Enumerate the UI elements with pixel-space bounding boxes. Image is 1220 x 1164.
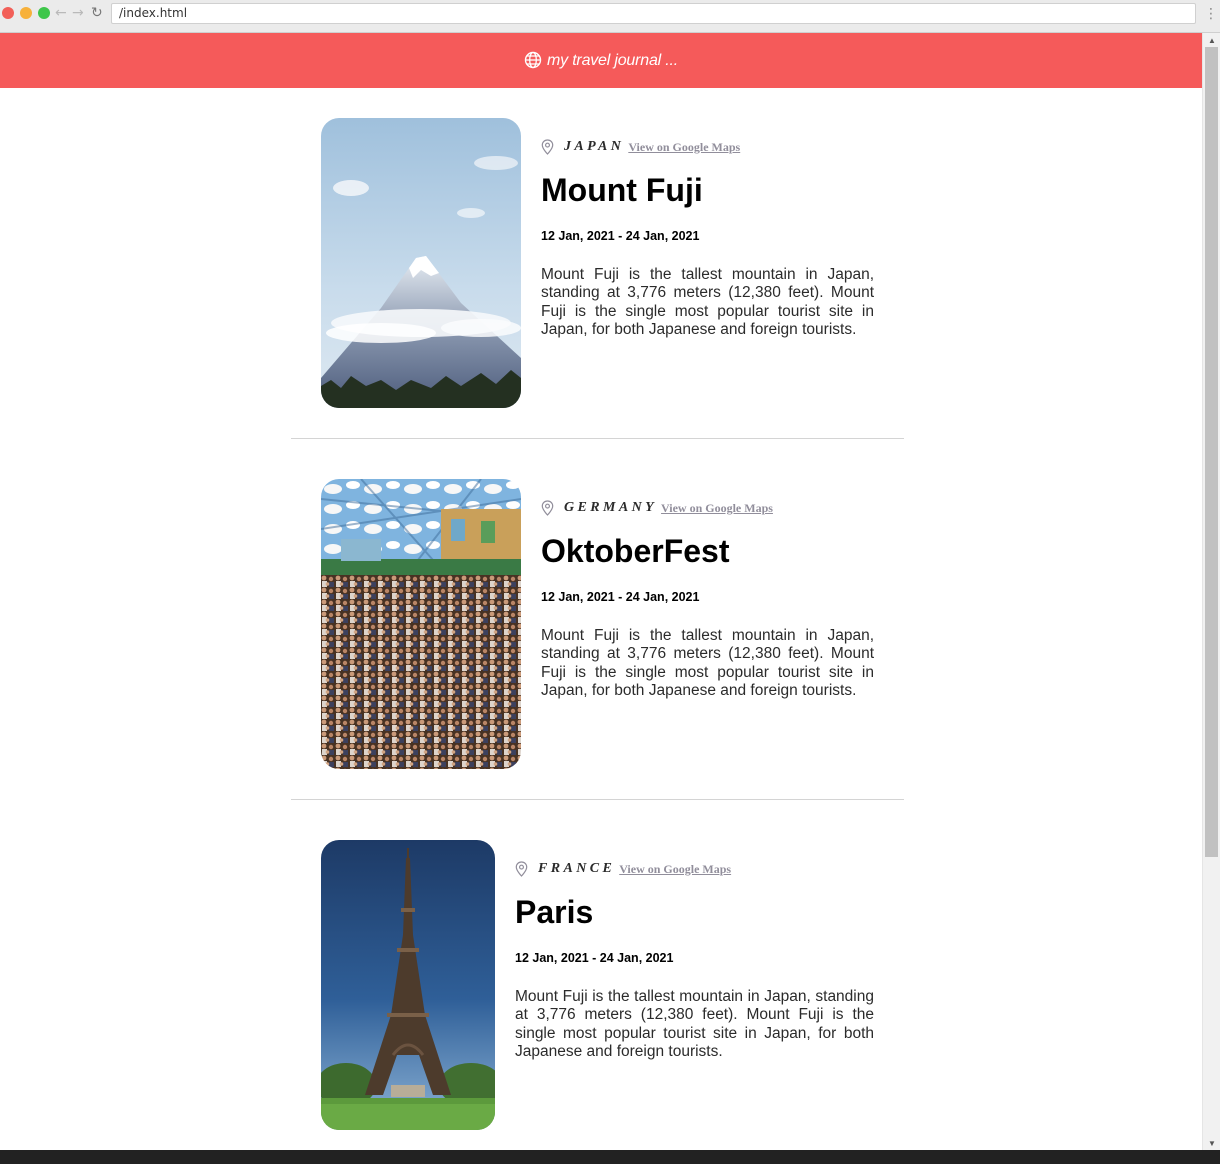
app-title: my travel journal ... [547, 51, 678, 69]
entry-photo-oktoberfest [321, 479, 521, 769]
entry-dates: 12 Jan, 2021 - 24 Jan, 2021 [515, 951, 674, 965]
location-pin-icon [515, 861, 528, 877]
entry-country: FRANCE [538, 861, 616, 876]
entry-description: Mount Fuji is the tallest mountain in Ja… [541, 266, 874, 338]
entry-title: Mount Fuji [541, 172, 703, 208]
app-header: my travel journal ... [0, 33, 1202, 88]
entry-dates: 12 Jan, 2021 - 24 Jan, 2021 [541, 590, 700, 604]
location-row: FRANCE View on Google Maps [515, 861, 874, 877]
entry-description: Mount Fuji is the tallest mountain in Ja… [515, 988, 874, 1060]
location-pin-icon [541, 500, 554, 516]
scrollbar-thumb[interactable] [1205, 47, 1218, 857]
scroll-up-arrow-icon[interactable]: ▲ [1208, 36, 1216, 45]
entry-dates: 12 Jan, 2021 - 24 Jan, 2021 [541, 229, 700, 243]
journal-entry: FRANCE View on Google Maps Paris 12 Jan,… [321, 840, 874, 1130]
google-maps-link[interactable]: View on Google Maps [661, 501, 773, 516]
browser-menu-icon[interactable]: ⋮ [1204, 6, 1218, 22]
forward-arrow-icon[interactable]: → [72, 4, 84, 22]
bottom-taskbar [0, 1150, 1220, 1164]
entry-content: FRANCE View on Google Maps Paris 12 Jan,… [495, 840, 874, 1130]
google-maps-link[interactable]: View on Google Maps [628, 140, 740, 155]
entry-photo-paris [321, 840, 495, 1130]
back-arrow-icon[interactable]: ← [55, 4, 67, 22]
entry-divider [291, 438, 904, 439]
journal-entry: GERMANY View on Google Maps OktoberFest … [321, 479, 874, 769]
page-scrollbar[interactable]: ▲ ▼ [1202, 33, 1220, 1150]
close-window-button[interactable] [2, 7, 14, 19]
entry-description: Mount Fuji is the tallest mountain in Ja… [541, 627, 874, 699]
entry-country: GERMANY [564, 500, 658, 515]
entry-divider [291, 799, 904, 800]
location-pin-icon [541, 139, 554, 155]
entry-title: OktoberFest [541, 533, 730, 569]
browser-toolbar: ← → ↻ /index.html ⋮ [0, 0, 1220, 33]
globe-icon [524, 51, 542, 68]
entry-content: JAPAN View on Google Maps Mount Fuji 12 … [521, 118, 874, 408]
location-row: JAPAN View on Google Maps [541, 139, 874, 155]
maximize-window-button[interactable] [38, 7, 50, 19]
scroll-down-arrow-icon[interactable]: ▼ [1208, 1139, 1216, 1148]
reload-icon[interactable]: ↻ [91, 4, 103, 22]
google-maps-link[interactable]: View on Google Maps [619, 862, 731, 877]
address-bar[interactable]: /index.html [111, 3, 1196, 24]
entry-content: GERMANY View on Google Maps OktoberFest … [521, 479, 874, 769]
location-row: GERMANY View on Google Maps [541, 500, 874, 516]
entry-country: JAPAN [564, 139, 625, 154]
entry-title: Paris [515, 894, 594, 930]
entry-photo-mount-fuji [321, 118, 521, 408]
minimize-window-button[interactable] [20, 7, 32, 19]
journal-entry: JAPAN View on Google Maps Mount Fuji 12 … [321, 118, 874, 408]
